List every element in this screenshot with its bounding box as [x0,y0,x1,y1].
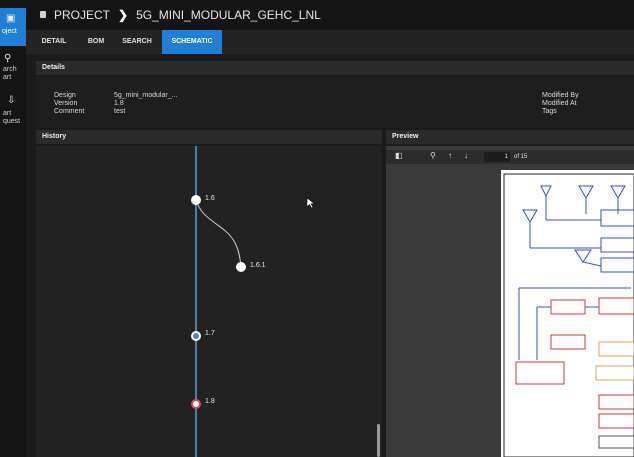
breadcrumb: PROJECT ❯ 5G_MINI_MODULAR_GEHC_LNL [40,8,321,22]
arrow-up-icon[interactable]: ↑ [448,151,452,160]
commit-label-1-6: 1.6 [205,195,215,202]
comment-value: test [114,108,126,115]
history-scrollbar[interactable] [377,424,380,457]
left-nav-rail: ▣ oject ⚲ arch art ⇩ art quest [0,0,26,457]
search-icon: ⚲ [4,53,12,64]
version-value: 1.8 [114,100,124,107]
history-header: History [36,130,382,144]
tab-search[interactable]: SEARCH [116,30,158,54]
mouse-cursor-icon [306,197,316,209]
part-request-icon: ⇩ [7,95,16,106]
tab-bom[interactable]: BOM [80,30,112,54]
commit-label-1-6-1: 1.6.1 [250,262,266,269]
details-header: Details [36,61,634,75]
nav-item-search-part[interactable]: ⚲ arch art [0,54,26,88]
page-number-input[interactable]: 1 [484,152,510,162]
version-label: Version [54,100,78,107]
project-icon: ▣ [6,13,16,24]
tags-label: Tags [542,108,557,115]
commit-node-1-8[interactable] [191,399,201,409]
tab-schematic[interactable]: SCHEMATIC [162,30,222,54]
modified-at-label: Modified At [542,100,577,107]
nav-item-project[interactable]: ▣ oject [0,8,26,46]
history-graph [195,146,242,457]
design-label: Design [54,92,76,99]
top-bar: PROJECT ❯ 5G_MINI_MODULAR_GEHC_LNL [26,0,634,30]
pdf-toolbar: ◧ ⚲ ↑ ↓ 1 of 15 [386,150,634,164]
arrow-down-icon[interactable]: ↓ [464,151,468,160]
details-labels-right: Modified By Modified At Tags [542,92,579,116]
details-values-left: 5g_mini_modular_... 1.8 test [114,92,177,116]
comment-label: Comment [54,108,85,115]
page-total: of 15 [514,154,528,160]
preview-header: Preview [386,130,634,144]
nav-item-part-request[interactable]: ⇩ art quest [0,96,26,136]
commit-label-1-8: 1.8 [205,398,215,405]
breadcrumb-project[interactable]: PROJECT [54,8,110,22]
search-icon[interactable]: ⚲ [430,151,436,160]
modified-by-label: Modified By [542,92,579,99]
chevron-right-icon: ❯ [118,8,129,22]
breadcrumb-project-name: 5G_MINI_MODULAR_GEHC_LNL [136,8,321,22]
commit-node-1-6[interactable] [191,195,201,205]
lock-icon [40,11,46,18]
branch-curve [195,199,242,268]
tab-detail[interactable]: DETAIL [34,30,74,54]
commit-node-1-7[interactable] [191,331,201,341]
sidebar-toggle-icon[interactable]: ◧ [395,151,403,160]
design-value: 5g_mini_modular_... [114,92,178,99]
commit-label-1-7: 1.7 [205,330,215,337]
commit-node-1-6-1[interactable] [236,262,246,272]
details-labels-left: Design Version Comment [54,92,84,116]
tab-bar: DETAIL BOM SEARCH SCHEMATIC [26,30,634,54]
schematic-drawing [503,173,634,457]
app-window: ▣ oject ⚲ arch art ⇩ art quest PROJECT ❯ 5… [0,0,634,457]
